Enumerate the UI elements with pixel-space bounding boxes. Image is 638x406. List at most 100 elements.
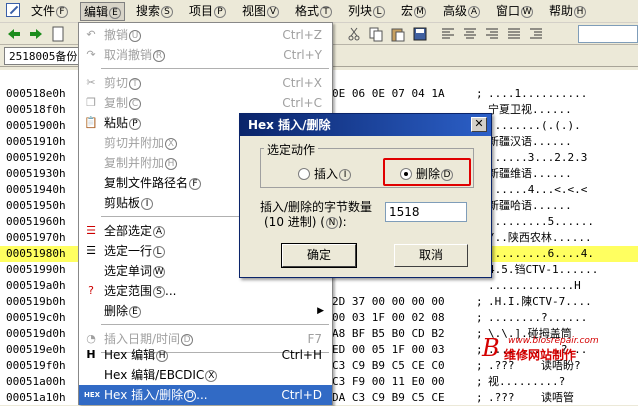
menu-edit[interactable]: 编辑 E: [80, 2, 126, 21]
menu-window[interactable]: 窗口 W: [493, 2, 536, 21]
row-ascii: ........(.(.).: [488, 119, 581, 132]
save-icon[interactable]: [412, 26, 428, 42]
row-address: 00051a10h: [6, 391, 66, 404]
back-arrow-icon[interactable]: [6, 26, 22, 42]
menu-select-all-key: A: [153, 225, 166, 238]
row-address: 00051a00h: [6, 375, 66, 388]
menu-hex-edit[interactable]: H Hex 编辑 H Ctrl+H: [79, 345, 332, 365]
menu-copy-append-key: H: [165, 157, 178, 170]
justify-icon[interactable]: [506, 26, 522, 42]
menu-hex-insert-delete-label: Hex 插入/删除: [104, 388, 184, 402]
close-icon[interactable]: ✕: [471, 117, 487, 132]
menu-delete-key: E: [129, 305, 142, 318]
menu-search[interactable]: 搜索 S: [133, 2, 176, 21]
menu-project[interactable]: 项目 P: [186, 2, 229, 21]
menu-hex-ebcdic[interactable]: Hex 编辑/EBCDIC X: [79, 365, 332, 385]
menu-undo[interactable]: ↶ 撤销 U Ctrl+Z: [79, 25, 332, 45]
menu-file[interactable]: 文件 F: [28, 2, 71, 21]
delete-radio-label[interactable]: 删除 D: [416, 165, 454, 182]
menu-divider: [101, 324, 329, 325]
menu-clipboard-key: I: [141, 197, 154, 210]
indent-icon[interactable]: [528, 26, 544, 42]
paste-icon[interactable]: [390, 26, 406, 42]
byte-count-input[interactable]: 1518: [385, 202, 467, 222]
menu-cut-shortcut: Ctrl+X: [282, 76, 322, 90]
row-ascii: ........?......: [488, 311, 588, 324]
menu-file-label: 文件: [31, 4, 56, 18]
menu-help[interactable]: 帮助 H: [546, 2, 589, 21]
menu-hex-edit-key: H: [156, 349, 169, 362]
row-hex: ED 00 05 1F 00 03: [332, 343, 445, 356]
menu-edit-label: 编辑: [84, 5, 109, 19]
menu-redo-label: 取消撤销: [104, 48, 153, 62]
menu-bar: 文件 F 编辑 E 搜索 S 项目 P 视图 V 格式 T 列块 L 宏M 高级 A 窗口 W 帮…: [0, 0, 638, 23]
menu-select-range-suffix: ...: [165, 284, 177, 298]
menu-select-range-key: S: [153, 285, 166, 298]
count-label-line1: 插入/删除的字节数量: [260, 200, 373, 214]
align-left-icon[interactable]: [440, 26, 456, 42]
delete-radio[interactable]: [400, 168, 412, 180]
menu-copy-append-label: 复制并附加: [104, 156, 165, 170]
cut-icon[interactable]: [346, 26, 362, 42]
menu-hex-ebcdic-label: Hex 编辑/EBCDIC: [104, 368, 205, 382]
menu-copy[interactable]: ❐ 复制 C Ctrl+C: [79, 93, 332, 113]
menu-redo[interactable]: ↷ 取消撤销 R Ctrl+Y: [79, 45, 332, 65]
menu-search-label: 搜索: [136, 4, 161, 18]
row-address: 000519c0h: [6, 311, 66, 324]
menu-select-all-label: 全部选定: [104, 224, 153, 238]
menu-insert-datetime-label: 插入日期/时间: [104, 332, 181, 346]
row-ascii: 新疆维语......: [488, 167, 572, 180]
row-address: 000519b0h: [6, 295, 66, 308]
submenu-arrow-icon: ▶: [317, 306, 324, 316]
menu-hex-insert-delete-shortcut: Ctrl+D: [281, 388, 322, 402]
count-label-2: (10 进制) (N):: [264, 215, 347, 229]
watermark-url: www.biosrepair.com: [508, 336, 599, 346]
menu-window-key: W: [521, 5, 534, 18]
menu-copy-label: 复制: [104, 96, 129, 110]
menu-copy-shortcut: Ctrl+C: [282, 96, 322, 110]
menu-delete[interactable]: 删除 E ▶: [79, 301, 332, 321]
menu-select-word-key: W: [153, 265, 166, 278]
menu-select-line-key: L: [153, 245, 166, 258]
insert-radio-label[interactable]: 插入 I: [314, 165, 352, 182]
insert-radio[interactable]: [298, 168, 310, 180]
menu-search-key: S: [161, 5, 174, 18]
menu-hex-insert-delete[interactable]: HEX Hex 插入/删除 D... Ctrl+D: [79, 385, 332, 405]
menu-cut[interactable]: ✂ 剪切 T Ctrl+X: [79, 73, 332, 93]
row-ascii: 新疆汉语......: [488, 135, 572, 148]
menu-undo-label: 撤销: [104, 28, 129, 42]
file-tab[interactable]: 2518005备份: [4, 47, 83, 65]
menu-help-key: H: [574, 5, 587, 18]
row-hex: C3 F9 00 11 E0 00: [332, 375, 445, 388]
row-address: 00051980h: [6, 247, 66, 260]
new-file-icon[interactable]: [50, 26, 66, 42]
menu-column-key: L: [373, 5, 386, 18]
menu-column[interactable]: 列块 L: [345, 2, 388, 21]
undo-icon: ↶: [86, 28, 96, 41]
menu-cut-append-label: 剪切并附加: [104, 136, 165, 150]
row-ascii: .........5......: [488, 215, 594, 228]
menu-view[interactable]: 视图 V: [239, 2, 282, 21]
cancel-button[interactable]: 取消: [394, 244, 468, 267]
menu-format[interactable]: 格式 T: [292, 2, 335, 21]
menu-copy-key: C: [129, 97, 142, 110]
menu-select-word-label: 选定单词: [104, 264, 153, 278]
toolbar-search-input[interactable]: [578, 25, 638, 43]
copy-icon[interactable]: [368, 26, 384, 42]
insert-key: I: [339, 168, 352, 181]
menu-advanced[interactable]: 高级 A: [440, 2, 483, 21]
row-hex: C3 C9 B9 C5 CE C0: [332, 359, 445, 372]
hex-insert-icon: HEX: [84, 391, 101, 399]
row-address: 00051910h: [6, 135, 66, 148]
row-address: 00051900h: [6, 119, 66, 132]
delete-key: D: [441, 168, 454, 181]
ok-button[interactable]: 确定: [281, 243, 357, 268]
align-center-icon[interactable]: [462, 26, 478, 42]
forward-arrow-icon[interactable]: [28, 26, 44, 42]
menu-select-range[interactable]: ? 选定范围 S...: [79, 281, 332, 301]
menu-macro[interactable]: 宏M: [398, 2, 429, 21]
align-right-icon[interactable]: [484, 26, 500, 42]
row-ascii: ......4...<.<.<: [488, 183, 588, 196]
app-icon: [6, 3, 20, 17]
row-address: 000518e0h: [6, 87, 66, 100]
